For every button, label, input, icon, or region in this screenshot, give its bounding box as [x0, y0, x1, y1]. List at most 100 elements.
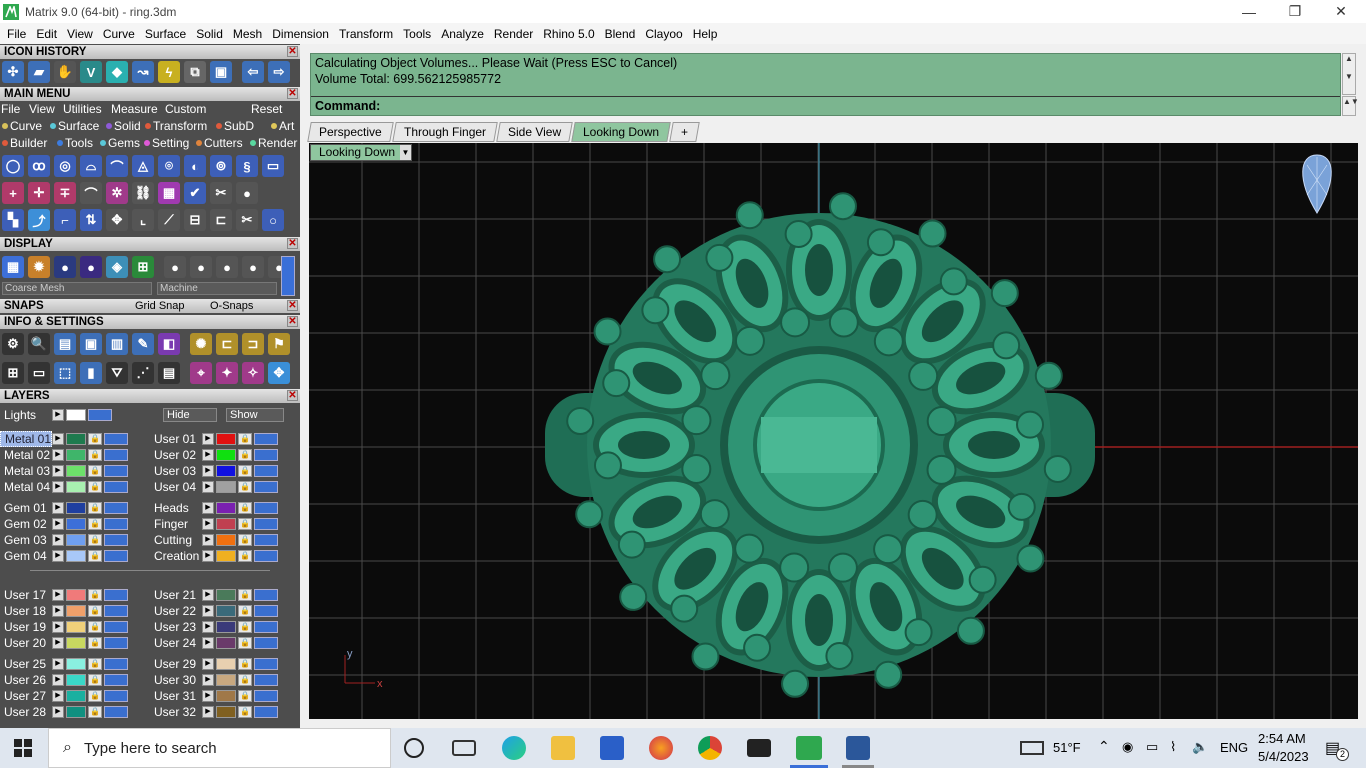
matrix-taskbar-icon[interactable]	[796, 736, 822, 760]
layer-name[interactable]: User 22	[150, 604, 202, 618]
layer-color-swatch[interactable]	[66, 706, 86, 718]
layer-name[interactable]: Gem 03	[0, 533, 52, 547]
cylinder-icon[interactable]: ⊚	[210, 155, 232, 177]
lock-icon[interactable]: 🔒	[238, 690, 252, 702]
layer-visibility-toggle[interactable]	[104, 534, 128, 546]
expand-arrow-icon[interactable]: ▶	[202, 589, 214, 601]
join-icon[interactable]: ⊟	[184, 209, 206, 231]
lock-icon[interactable]: 🔒	[238, 481, 252, 493]
expand-arrow-icon[interactable]: ▶	[52, 658, 64, 670]
grid-snap-toggle[interactable]: Grid Snap	[135, 299, 185, 313]
open-folder-icon[interactable]: ▰	[28, 61, 50, 83]
layer-color-swatch[interactable]	[66, 589, 86, 601]
menu-help[interactable]: Help	[688, 27, 723, 41]
scissor-icon[interactable]: ✂	[210, 182, 232, 204]
menu-dimension[interactable]: Dimension	[267, 27, 334, 41]
lock-icon[interactable]: 🔒	[238, 621, 252, 633]
folder-export-icon[interactable]: ⊏	[216, 333, 238, 355]
cube-icon[interactable]: ▣	[80, 333, 102, 355]
menu-render[interactable]: Render	[489, 27, 538, 41]
layer-color-swatch[interactable]	[216, 534, 236, 546]
filter-icon[interactable]: ⛛	[106, 362, 128, 384]
settings-gear-icon[interactable]: ⚙	[2, 333, 24, 355]
layer-name[interactable]: User 01	[150, 432, 202, 446]
lamp-icon[interactable]: ✹	[28, 256, 50, 278]
layer-name[interactable]: Cutting	[150, 533, 202, 547]
plus-red-icon[interactable]: +	[2, 182, 24, 204]
lock-icon[interactable]: 🔒	[238, 589, 252, 601]
circle-outline-icon[interactable]: ○	[262, 209, 284, 231]
layer-visibility-toggle[interactable]	[254, 550, 278, 562]
layer-visibility-toggle[interactable]	[104, 502, 128, 514]
layer-name[interactable]: Metal 02	[0, 448, 52, 462]
layer-name[interactable]: User 28	[0, 705, 52, 719]
layer-visibility-toggle[interactable]	[254, 674, 278, 686]
layer-visibility-toggle[interactable]	[254, 605, 278, 617]
layer-visibility-toggle[interactable]	[104, 605, 128, 617]
lock-icon[interactable]: 🔒	[88, 481, 102, 493]
layer-visibility-toggle[interactable]	[254, 449, 278, 461]
edge-icon[interactable]	[502, 736, 526, 760]
layer-name[interactable]: Metal 01	[0, 431, 52, 447]
expand-arrow-icon[interactable]: ▶	[202, 706, 214, 718]
light-bulb-icon[interactable]: ✺	[190, 333, 212, 355]
layer-color-swatch[interactable]	[216, 674, 236, 686]
s-curve-icon[interactable]: §	[236, 155, 258, 177]
layer-row[interactable]: User 22 ▶ 🔒	[150, 604, 278, 618]
layer-row[interactable]: User 24 ▶ 🔒	[150, 636, 278, 650]
pointer-gumball-icon[interactable]: ✧	[242, 362, 264, 384]
ring-icon[interactable]: ◎	[54, 155, 76, 177]
shank-icon[interactable]: ⌒	[106, 155, 128, 177]
layer-name[interactable]: User 30	[150, 673, 202, 687]
menu-tools[interactable]: Tools	[398, 27, 436, 41]
layer-name[interactable]: User 20	[0, 636, 52, 650]
expand-arrow-icon[interactable]: ▶	[52, 534, 64, 546]
category-tools[interactable]: Tools	[57, 136, 93, 150]
category-subd[interactable]: SubD	[216, 119, 254, 133]
rendered-sphere-icon[interactable]: ●	[80, 256, 102, 278]
circle-icon[interactable]: ◯	[2, 155, 24, 177]
grid-display-icon[interactable]: ⊞	[132, 256, 154, 278]
back-arrow-icon[interactable]: ⇦	[242, 61, 264, 83]
lock-icon[interactable]: 🔒	[238, 637, 252, 649]
notes-icon[interactable]: ▤	[158, 362, 180, 384]
layer-color-swatch[interactable]	[216, 621, 236, 633]
gumball-icon[interactable]: ✣	[2, 61, 24, 83]
layer-visibility-toggle[interactable]	[104, 706, 128, 718]
close-icon[interactable]: ✕	[287, 316, 298, 327]
layer-visibility-toggle[interactable]	[254, 433, 278, 445]
layer-name[interactable]: User 03	[150, 464, 202, 478]
layer-visibility-toggle[interactable]	[254, 481, 278, 493]
windows-start-icon[interactable]	[14, 739, 32, 757]
tab-side-view[interactable]: Side View	[495, 122, 573, 142]
gem-icon[interactable]: ◆	[106, 61, 128, 83]
layer-name[interactable]: User 18	[0, 604, 52, 618]
lock-icon[interactable]: 🔒	[88, 621, 102, 633]
close-icon[interactable]: ✕	[287, 390, 298, 401]
layer-row[interactable]: User 02 ▶ 🔒	[150, 448, 278, 462]
layer-visibility-toggle[interactable]	[254, 621, 278, 633]
extrude-icon[interactable]: ⇅	[80, 209, 102, 231]
layer-color-swatch[interactable]	[216, 518, 236, 530]
layer-visibility-toggle[interactable]	[254, 465, 278, 477]
close-icon[interactable]: ✕	[287, 46, 298, 57]
layer-name[interactable]: User 19	[0, 620, 52, 634]
layer-row[interactable]: User 01 ▶ 🔒	[150, 432, 278, 446]
layer-name[interactable]: User 24	[150, 636, 202, 650]
viewport-name-dropdown[interactable]: Looking Down ▼	[310, 144, 412, 161]
layer-visibility-toggle[interactable]	[104, 481, 128, 493]
layer-name[interactable]: Heads	[150, 501, 202, 515]
array-icon[interactable]: ⟋	[158, 209, 180, 231]
zoom-window-icon[interactable]: ⧉	[184, 61, 206, 83]
menu-blend[interactable]: Blend	[600, 27, 641, 41]
layer-row[interactable]: User 30 ▶ 🔒	[150, 673, 278, 687]
layer-name[interactable]: User 29	[150, 657, 202, 671]
menu-rhino[interactable]: Rhino 5.0	[538, 27, 599, 41]
menu-view[interactable]: View	[62, 27, 98, 41]
lock-icon[interactable]: 🔒	[88, 706, 102, 718]
category-builder[interactable]: Builder	[2, 136, 47, 150]
main-menu-view[interactable]: View	[29, 102, 55, 116]
lock-icon[interactable]: 🔒	[88, 674, 102, 686]
tab-through-finger[interactable]: Through Finger	[391, 122, 498, 142]
blocks-icon[interactable]: ▚	[2, 209, 24, 231]
